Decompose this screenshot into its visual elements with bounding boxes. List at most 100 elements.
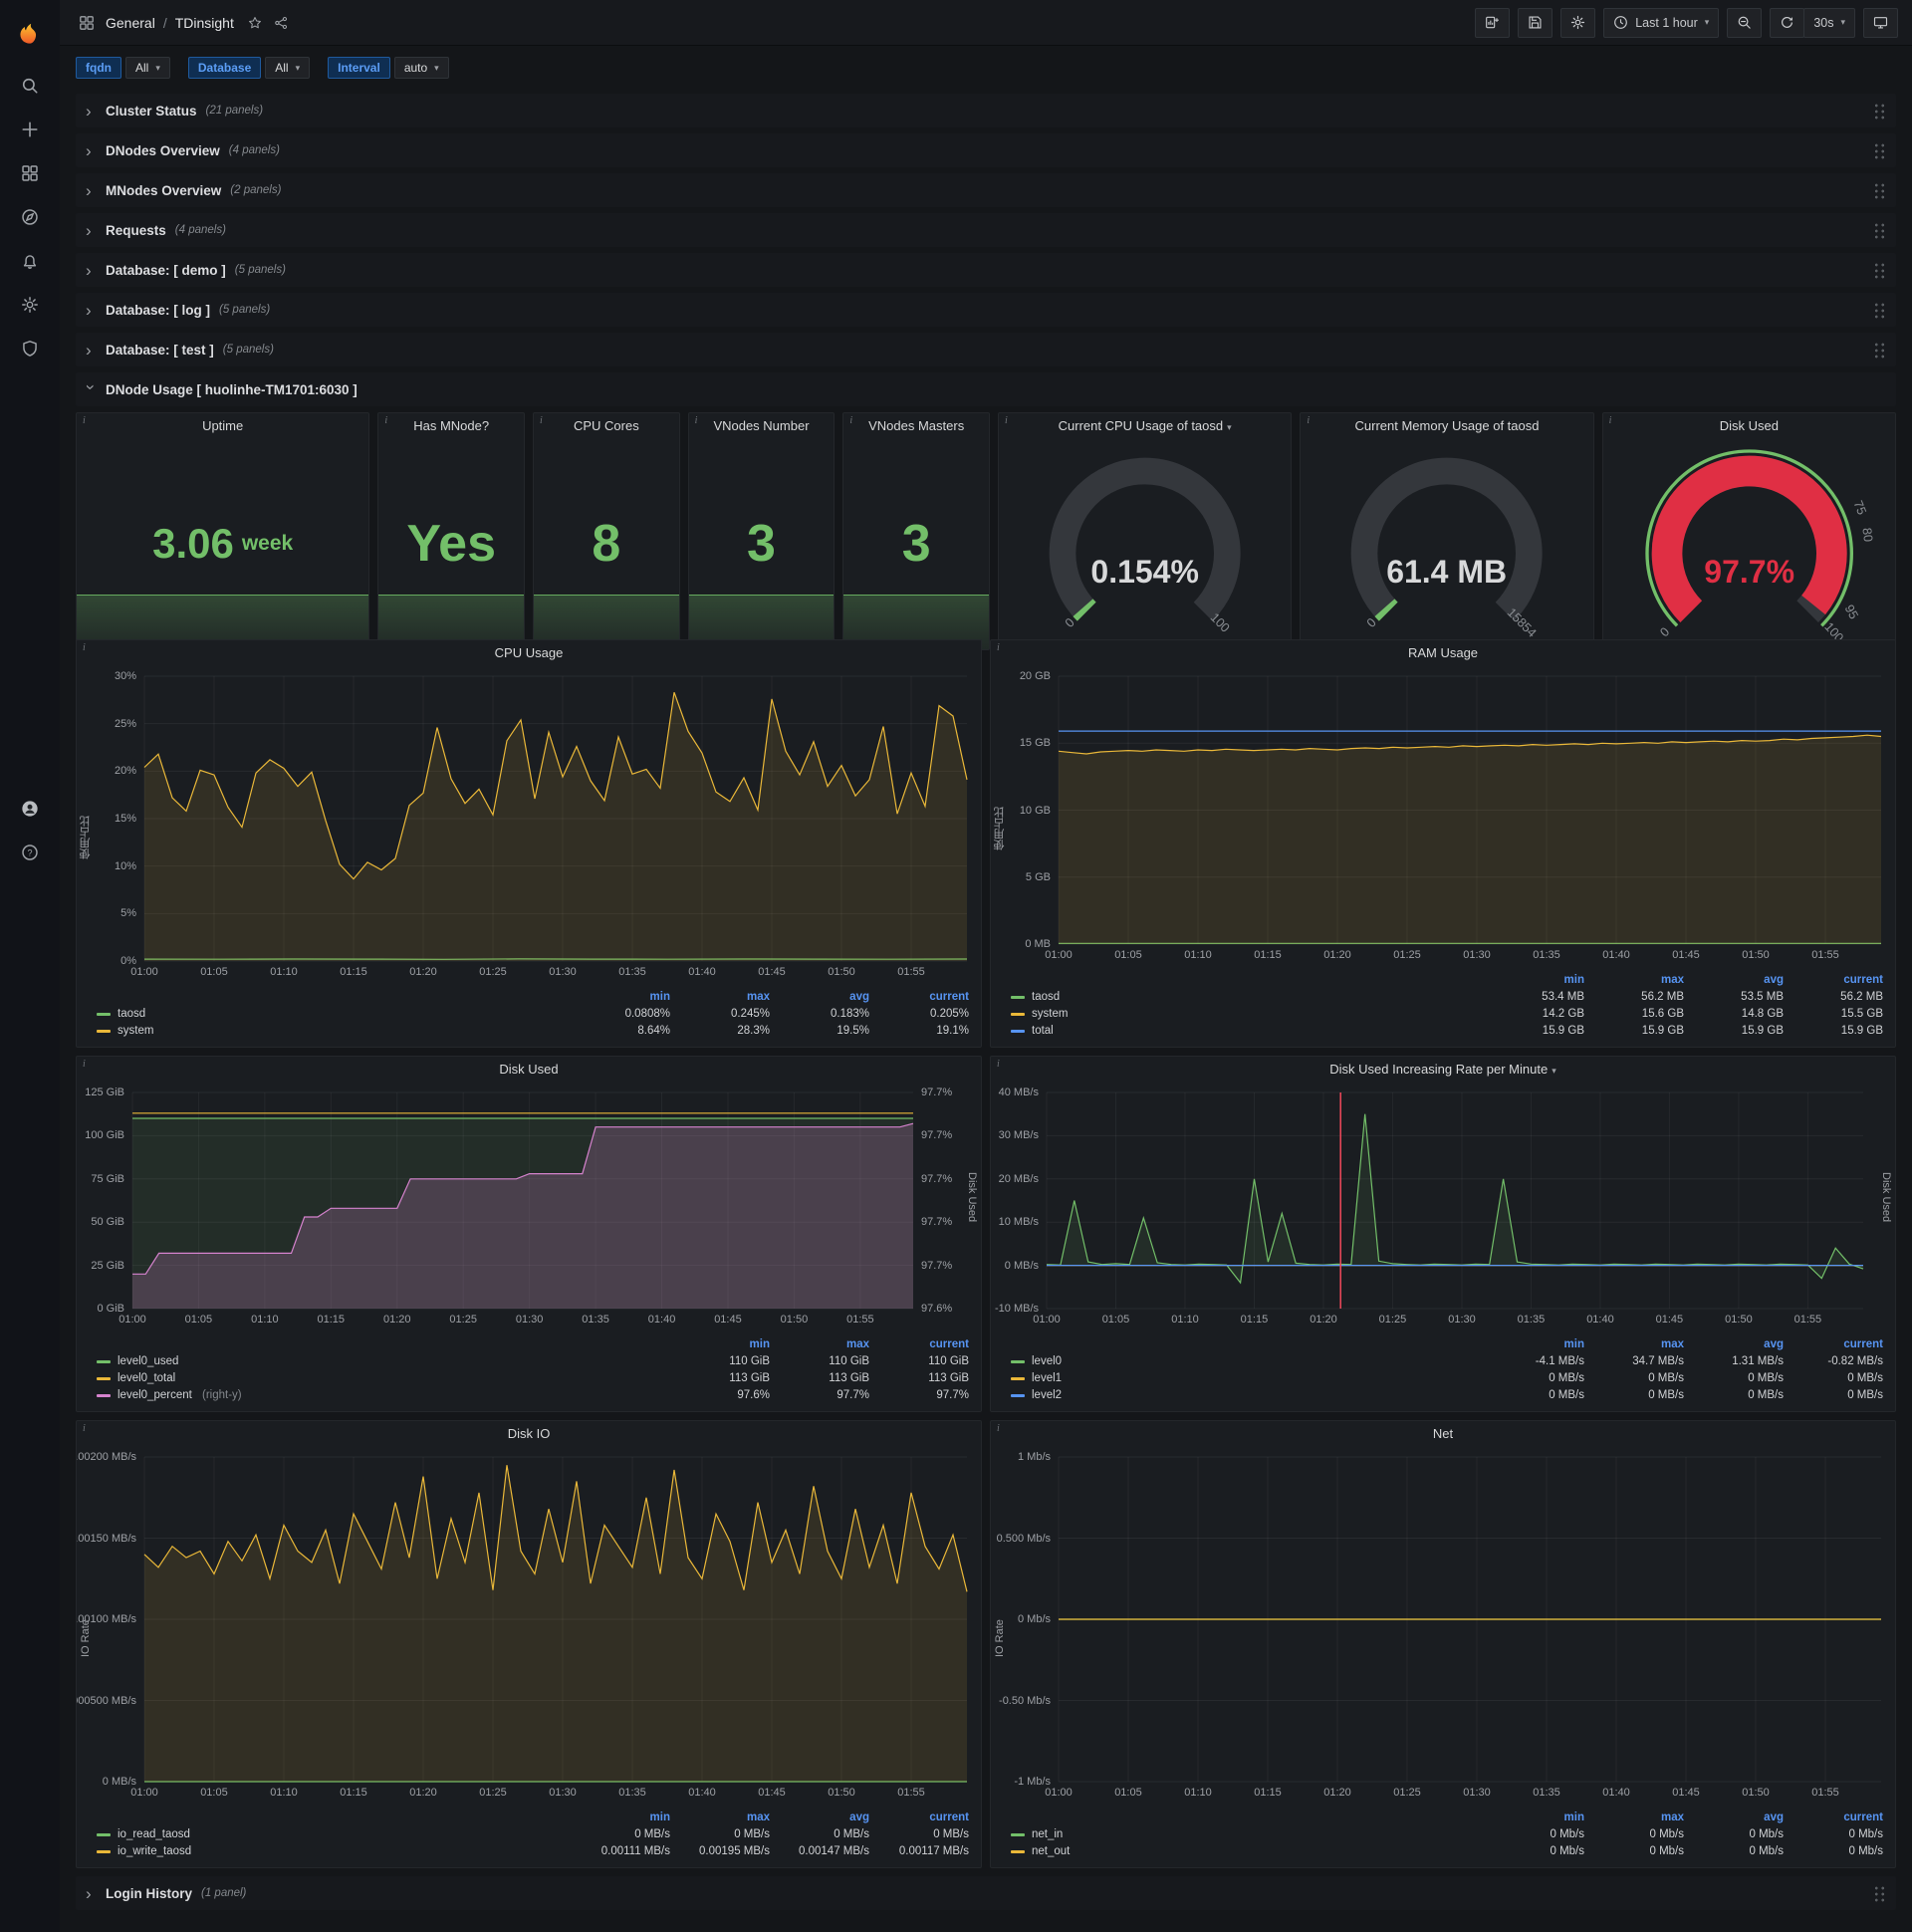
panel-title[interactable]: Disk Used xyxy=(77,1057,981,1083)
cycle-view-mode-button[interactable] xyxy=(1863,7,1898,38)
legend-column-header[interactable]: max xyxy=(770,1336,869,1352)
sideb​ar-alerting-button[interactable] xyxy=(0,239,60,283)
legend-column-header[interactable]: avg xyxy=(770,1810,869,1825)
legend-column-header[interactable]: avg xyxy=(770,989,869,1005)
legend-column-header[interactable]: avg xyxy=(1684,1336,1784,1352)
panel-title[interactable]: Disk IO xyxy=(77,1421,981,1447)
add-panel-button[interactable] xyxy=(1475,7,1511,38)
dashboards-apps-icon[interactable] xyxy=(74,10,100,36)
panel-info-icon[interactable]: i xyxy=(83,642,86,653)
time-picker-button[interactable]: Last 1 hour ▾ xyxy=(1603,7,1720,38)
refresh-button[interactable] xyxy=(1770,7,1805,38)
grafana-logo[interactable] xyxy=(0,0,60,64)
row-drag-handle[interactable] xyxy=(1873,141,1886,159)
row-drag-handle[interactable] xyxy=(1873,1884,1886,1902)
legend-column-header[interactable]: current xyxy=(1784,1810,1883,1825)
panel-info-icon[interactable]: i xyxy=(1609,415,1612,426)
legend-column-header[interactable]: avg xyxy=(1684,1810,1784,1825)
legend-column-header[interactable]: max xyxy=(670,1810,770,1825)
sidebar-server-admin-button[interactable] xyxy=(0,327,60,370)
sidebar-configuration-button[interactable] xyxy=(0,283,60,327)
legend-series-toggle-net-out[interactable]: net_out xyxy=(1011,1843,1485,1859)
legend-series-toggle-system[interactable]: system xyxy=(97,1023,571,1039)
sidebar-search-button[interactable] xyxy=(0,64,60,108)
dashboard-row-toggle-mnodes-overview[interactable]: › MNodes Overview (2 panels) xyxy=(76,173,1896,207)
variable-label-database[interactable]: Database xyxy=(187,57,262,79)
panel-title[interactable]: RAM Usage xyxy=(991,640,1895,666)
panel-title[interactable]: Disk Used xyxy=(1603,413,1895,439)
legend-series-toggle-total[interactable]: total xyxy=(1011,1023,1485,1039)
sidebar-dashboards-button[interactable] xyxy=(0,151,60,195)
panel-title[interactable]: Has MNode? xyxy=(378,413,524,439)
row-drag-handle[interactable] xyxy=(1873,221,1886,239)
share-icon[interactable] xyxy=(268,10,294,36)
dashboard-row-toggle-database-log[interactable]: › Database: [ log ] (5 panels) xyxy=(76,293,1896,327)
panel-title[interactable]: Uptime xyxy=(77,413,368,439)
legend-series-toggle-io-read-taosd[interactable]: io_read_taosd xyxy=(97,1826,571,1842)
panel-title[interactable]: Net xyxy=(991,1421,1895,1447)
legend-series-toggle-level2[interactable]: level2 xyxy=(1011,1387,1485,1403)
legend-column-header[interactable]: avg xyxy=(1684,972,1784,988)
sidebar-profile-button[interactable] xyxy=(0,787,60,831)
variable-value-fqdn[interactable]: All ▾ xyxy=(125,57,170,79)
row-drag-handle[interactable] xyxy=(1873,341,1886,359)
variable-value-interval[interactable]: auto ▾ xyxy=(393,57,449,79)
legend-column-header[interactable]: min xyxy=(670,1336,770,1352)
breadcrumb-page[interactable]: TDinsight xyxy=(175,15,234,31)
panel-title[interactable]: Current CPU Usage of taosd ▾ xyxy=(999,413,1291,439)
legend-column-header[interactable]: min xyxy=(1485,1810,1584,1825)
sidebar-help-button[interactable]: ? xyxy=(0,831,60,874)
panel-info-icon[interactable]: i xyxy=(997,642,1000,653)
panel-info-icon[interactable]: i xyxy=(83,415,86,426)
legend-column-header[interactable]: current xyxy=(869,989,969,1005)
variable-label-interval[interactable]: Interval xyxy=(328,57,390,79)
legend-series-toggle-io-write-taosd[interactable]: io_write_taosd xyxy=(97,1843,571,1859)
legend-series-toggle-net-in[interactable]: net_in xyxy=(1011,1826,1485,1842)
panel-info-icon[interactable]: i xyxy=(695,415,698,426)
legend-column-header[interactable]: min xyxy=(1485,972,1584,988)
legend-series-toggle-taosd[interactable]: taosd xyxy=(97,1006,571,1022)
sidebar-create-button[interactable] xyxy=(0,108,60,151)
chart-plot[interactable]: 125 GiB 100 GiB 75 GiB 50 GiB 25 GiB 0 GiB 97.… xyxy=(85,1087,952,1326)
save-dashboard-button[interactable] xyxy=(1518,7,1554,38)
legend-series-toggle-taosd[interactable]: taosd xyxy=(1011,989,1485,1005)
panel-info-icon[interactable]: i xyxy=(1005,415,1008,426)
legend-series-toggle-level0-used[interactable]: level0_used xyxy=(97,1353,670,1369)
row-drag-handle[interactable] xyxy=(1873,261,1886,279)
legend-column-header[interactable]: current xyxy=(869,1336,969,1352)
panel-info-icon[interactable]: i xyxy=(540,415,543,426)
variable-value-database[interactable]: All ▾ xyxy=(265,57,311,79)
legend-series-toggle-level0[interactable]: level0 xyxy=(1011,1353,1485,1369)
legend-series-toggle-level0-total[interactable]: level0_total xyxy=(97,1370,670,1386)
sidebar-explore-button[interactable] xyxy=(0,195,60,239)
variable-label-fqdn[interactable]: fqdn xyxy=(76,57,121,79)
panel-info-icon[interactable]: i xyxy=(997,1423,1000,1434)
legend-column-header[interactable]: min xyxy=(571,989,670,1005)
panel-info-icon[interactable]: i xyxy=(997,1059,1000,1070)
row-drag-handle[interactable] xyxy=(1873,181,1886,199)
row-drag-handle[interactable] xyxy=(1873,301,1886,319)
panel-title[interactable]: VNodes Number xyxy=(689,413,835,439)
dashboard-row-toggle-database-test[interactable]: › Database: [ test ] (5 panels) xyxy=(76,333,1896,366)
dashboard-row-toggle-dnode-usage[interactable]: › DNode Usage [ huolinhe-TM1701:6030 ] xyxy=(76,372,1896,406)
legend-column-header[interactable]: max xyxy=(670,989,770,1005)
chart-plot[interactable]: 40 MB/s 30 MB/s 20 MB/s 10 MB/s 0 MB/s -10 MB… xyxy=(995,1087,1864,1326)
legend-column-header[interactable]: min xyxy=(571,1810,670,1825)
dashboard-settings-button[interactable] xyxy=(1560,7,1596,38)
legend-series-toggle-system[interactable]: system xyxy=(1011,1006,1485,1022)
dashboard-row-toggle-cluster-status[interactable]: › Cluster Status (21 panels) xyxy=(76,94,1896,127)
breadcrumb-section[interactable]: General xyxy=(106,15,155,31)
legend-series-toggle-level0-percent[interactable]: level0_percent (right-y) xyxy=(97,1387,670,1403)
panel-info-icon[interactable]: i xyxy=(384,415,387,426)
row-drag-handle[interactable] xyxy=(1873,102,1886,120)
dashboard-row-toggle-dnodes-overview[interactable]: › DNodes Overview (4 panels) xyxy=(76,133,1896,167)
chart-plot[interactable]: 1 Mb/s 0.500 Mb/s 0 Mb/s -0.50 Mb/s -1 Mb/s 0… xyxy=(997,1451,1881,1799)
zoom-out-button[interactable] xyxy=(1727,7,1763,38)
chart-plot[interactable]: 30% 25% 20% 15% 10% 5% 0% 01:00 01:05 01:10 01:15 0… xyxy=(115,670,968,978)
legend-column-header[interactable]: min xyxy=(1485,1336,1584,1352)
legend-column-header[interactable]: current xyxy=(1784,1336,1883,1352)
panel-title[interactable]: CPU Cores xyxy=(534,413,679,439)
star-icon[interactable] xyxy=(242,10,268,36)
dashboard-row-toggle-database-demo[interactable]: › Database: [ demo ] (5 panels) xyxy=(76,253,1896,287)
dashboard-row-toggle-requests[interactable]: › Requests (4 panels) xyxy=(76,213,1896,247)
